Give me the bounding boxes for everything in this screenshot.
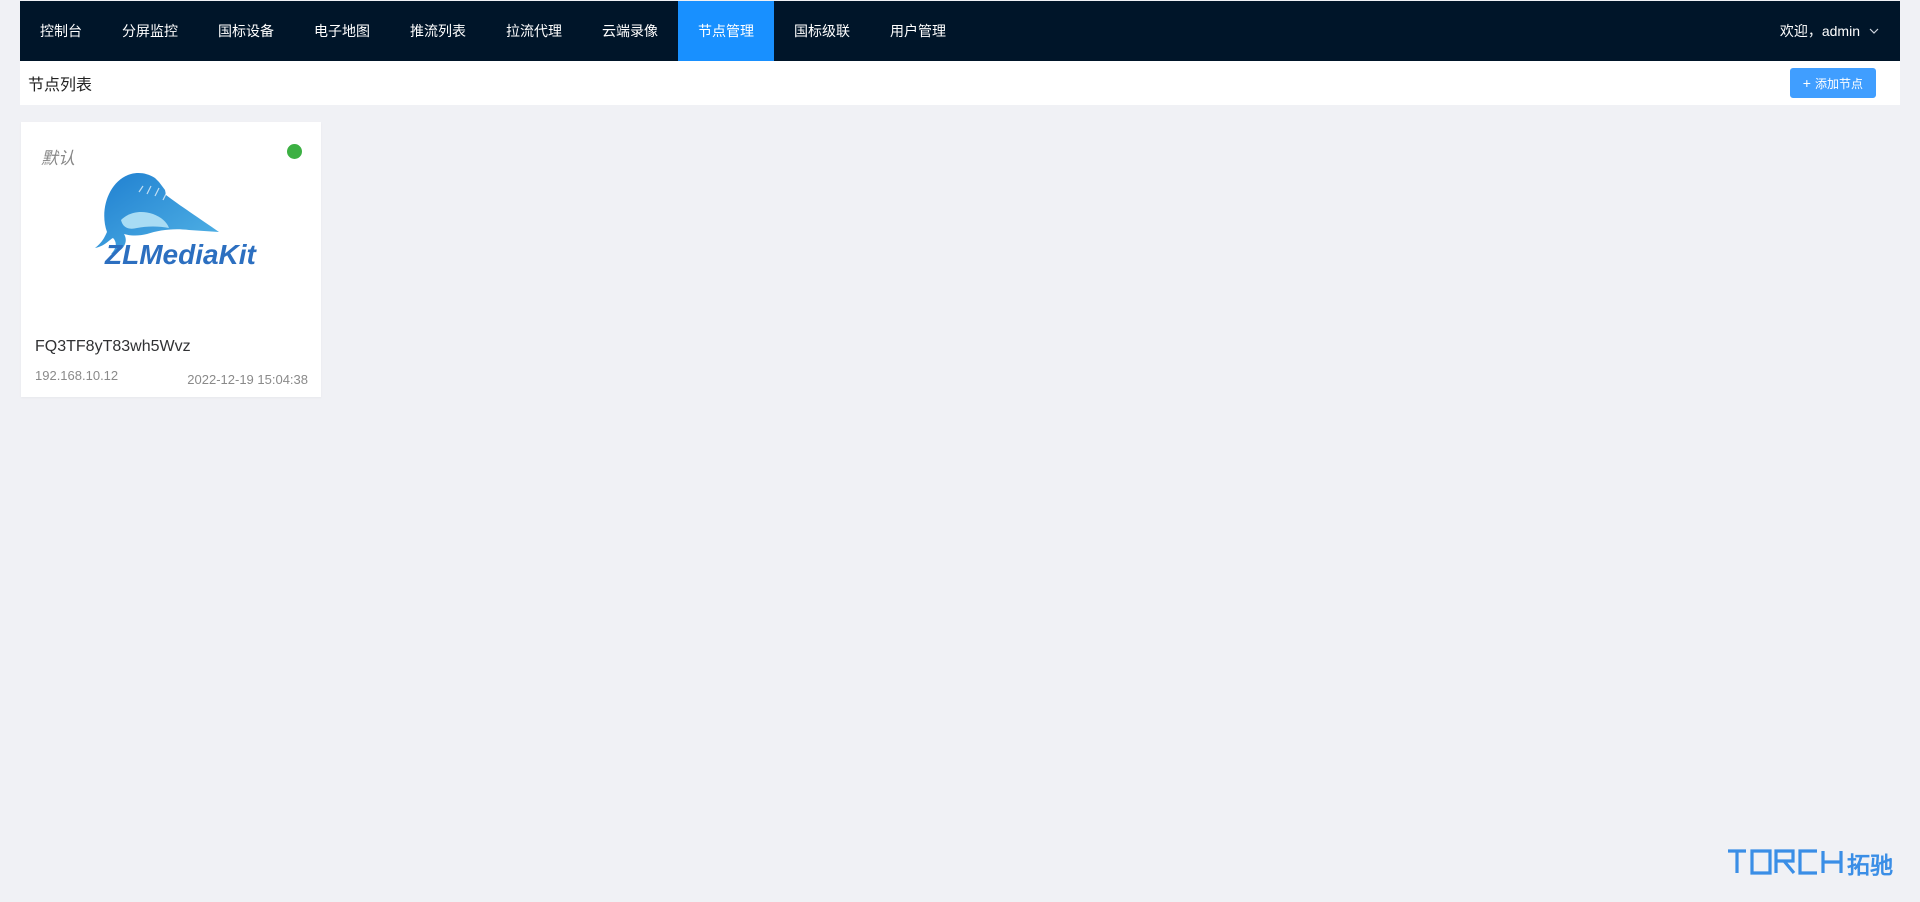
node-id: FQ3TF8yT83wh5Wvz <box>35 338 191 355</box>
menu-item-map[interactable]: 电子地图 <box>294 1 390 61</box>
page: 控制台 分屏监控 国标设备 电子地图 推流列表 拉流代理 云端录像 节点管理 国… <box>0 0 1920 902</box>
top-nav-bar: 控制台 分屏监控 国标设备 电子地图 推流列表 拉流代理 云端录像 节点管理 国… <box>20 1 1900 61</box>
svg-text:拓驰: 拓驰 <box>1847 853 1893 879</box>
menu-item-gb-cascade[interactable]: 国标级联 <box>774 1 870 61</box>
chevron-down-icon <box>1869 28 1879 34</box>
menu-item-user-management[interactable]: 用户管理 <box>870 1 966 61</box>
logo-text-zlm: ZLMediaKit <box>104 239 258 270</box>
node-tag: 默认 <box>41 149 75 168</box>
page-title: 节点列表 <box>28 77 93 94</box>
torch-logo: 拓驰 <box>1728 849 1893 879</box>
main-menu: 控制台 分屏监控 国标设备 电子地图 推流列表 拉流代理 云端录像 节点管理 国… <box>20 1 966 61</box>
user-menu[interactable]: 欢迎，admin <box>1780 21 1880 41</box>
node-time: 2022-12-19 15:04:38 <box>187 372 308 387</box>
plus-icon: + <box>1802 75 1811 91</box>
menu-item-pull-proxy[interactable]: 拉流代理 <box>486 1 582 61</box>
menu-item-split-screen[interactable]: 分屏监控 <box>102 1 198 61</box>
add-node-button-label: 添加节点 <box>1814 76 1863 91</box>
menu-item-push-list[interactable]: 推流列表 <box>390 1 486 61</box>
user-welcome-label: 欢迎，admin <box>1779 23 1860 39</box>
menu-item-cloud-record[interactable]: 云端录像 <box>582 1 678 61</box>
page-header: 节点列表 + 添加节点 <box>20 61 1900 105</box>
add-node-button[interactable]: + 添加节点 <box>1789 68 1876 98</box>
menu-item-console[interactable]: 控制台 <box>20 1 102 61</box>
menu-item-node-management[interactable]: 节点管理 <box>678 1 774 61</box>
zlmediakit-logo: ZLMediaKit <box>95 173 258 270</box>
node-ip: 192.168.10.12 <box>35 368 119 383</box>
online-status-icon <box>287 144 302 159</box>
menu-item-gb-devices[interactable]: 国标设备 <box>198 1 294 61</box>
node-card[interactable]: 默认 ZLMediaKit FQ3TF8yT83wh5Wvz 192.168.1… <box>21 122 321 397</box>
